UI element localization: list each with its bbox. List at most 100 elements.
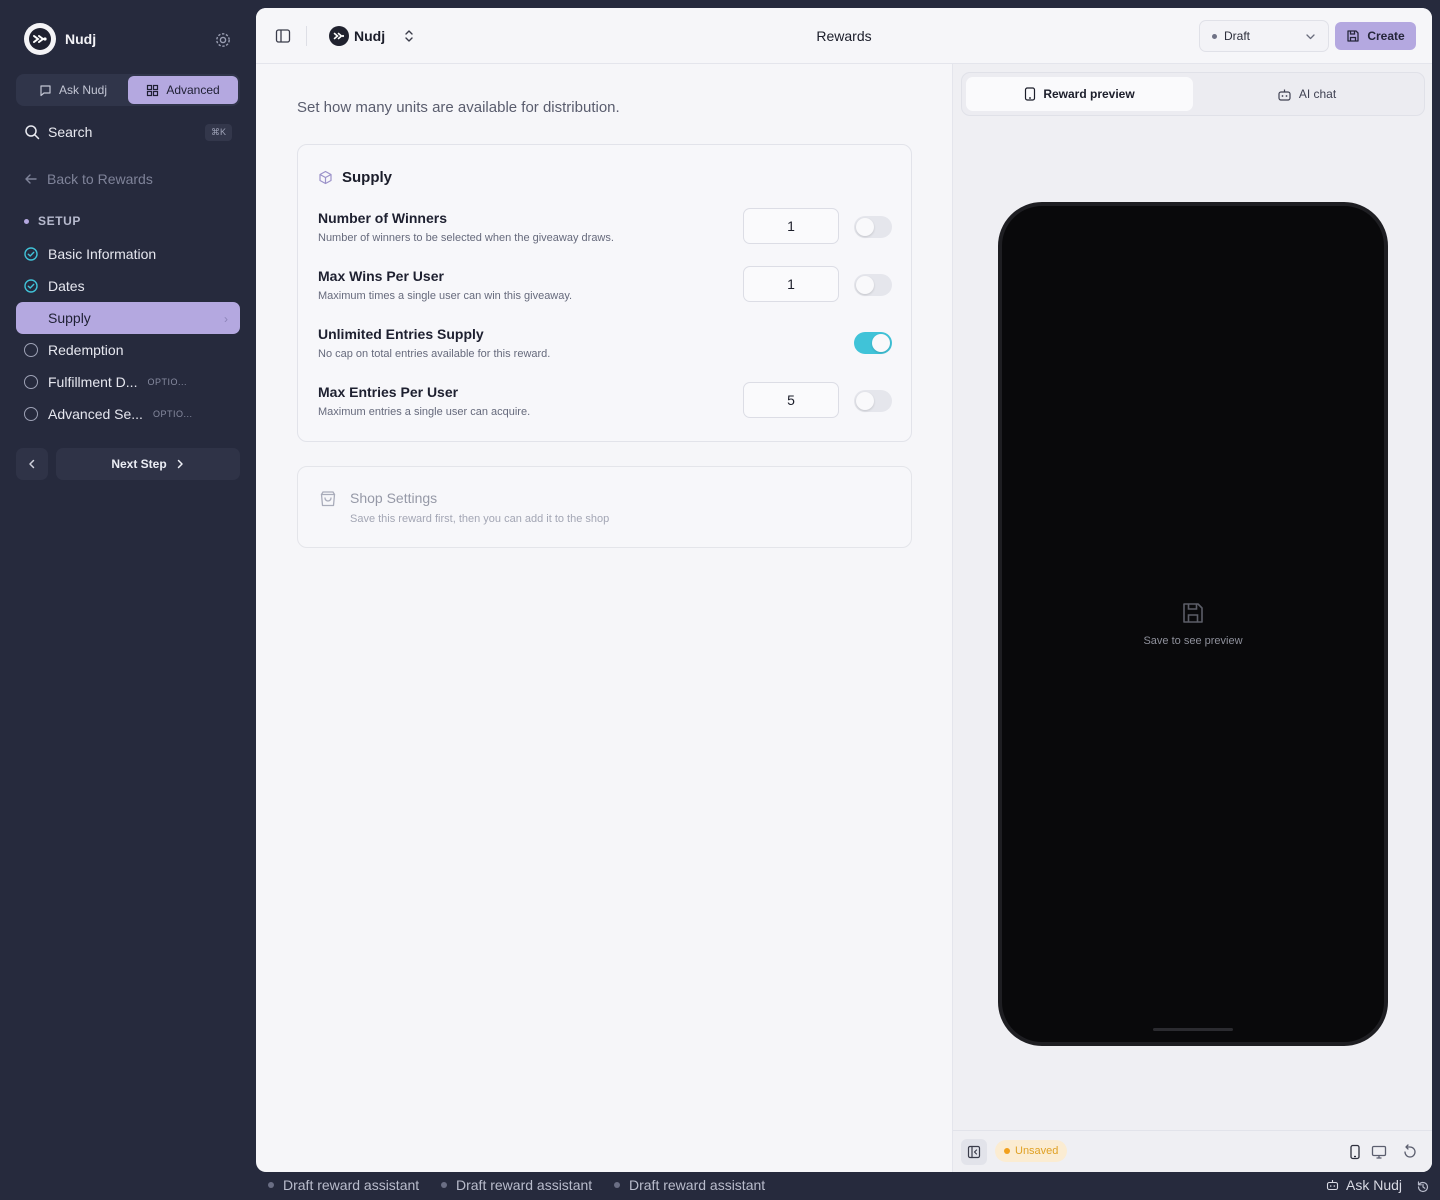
desktop-view-icon[interactable] <box>1371 1144 1387 1160</box>
bot-icon <box>1326 1180 1339 1191</box>
chevron-right-icon: › <box>224 312 228 326</box>
optional-tag: OPTIO... <box>152 409 193 419</box>
status-select[interactable]: Draft <box>1199 20 1329 52</box>
preview-tabs: Reward preview AI chat <box>961 72 1425 116</box>
step-dates[interactable]: Dates <box>16 270 240 302</box>
max-wins-toggle[interactable] <box>854 274 892 296</box>
search-button[interactable]: Search ⌘K <box>24 122 232 142</box>
chevron-right-icon <box>177 459 183 469</box>
max-wins-input[interactable]: 1 <box>743 266 839 302</box>
ask-nudj-button[interactable]: Ask Nudj <box>1326 1177 1402 1193</box>
step-label: Redemption <box>48 342 124 358</box>
preview-pane: Reward preview AI chat Save to see previ… <box>952 64 1432 1172</box>
tab-advanced[interactable]: Advanced <box>128 76 238 104</box>
tab-ai-chat[interactable]: AI chat <box>1193 77 1420 111</box>
winners-toggle[interactable] <box>854 216 892 238</box>
gear-icon[interactable] <box>214 31 232 49</box>
save-icon <box>1183 603 1203 623</box>
brand[interactable]: Nudj <box>24 23 96 55</box>
step-label: Dates <box>48 278 85 294</box>
unsaved-badge: Unsaved <box>995 1140 1068 1162</box>
step-label: Supply <box>48 310 91 326</box>
save-icon <box>1347 30 1359 42</box>
ask-nudj-label: Ask Nudj <box>1346 1177 1403 1193</box>
step-navigation: Next Step <box>16 448 240 480</box>
row-description: Number of winners to be selected when th… <box>318 232 614 244</box>
circle-icon <box>24 375 38 389</box>
max-entries-toggle[interactable] <box>854 390 892 412</box>
circle-icon <box>24 343 38 357</box>
mode-switch: Ask Nudj Advanced <box>16 74 240 106</box>
unsaved-label: Unsaved <box>1015 1145 1059 1157</box>
tab-label: AI chat <box>1298 87 1337 101</box>
section-label-text: SETUP <box>38 214 82 228</box>
check-circle-icon <box>24 247 38 261</box>
form-intro: Set how many units are available for dis… <box>297 99 620 116</box>
step-redemption[interactable]: Redemption <box>16 334 240 366</box>
session-dot <box>268 1182 274 1188</box>
sidebar: Nudj Ask Nudj Advanced Search ⌘K Back to… <box>0 0 256 1200</box>
search-label: Search <box>48 124 93 140</box>
history-icon[interactable] <box>1416 1180 1430 1194</box>
phone-frame: Save to see preview <box>998 202 1388 1046</box>
preview-footer: Unsaved <box>953 1130 1432 1172</box>
mobile-view-icon[interactable] <box>1347 1144 1363 1160</box>
unsaved-dot <box>1004 1148 1010 1154</box>
search-icon <box>25 125 40 140</box>
row-description: Maximum entries a single user can acquir… <box>318 406 531 418</box>
tab-ask-nudj[interactable]: Ask Nudj <box>18 76 128 104</box>
row-title: Number of Winners <box>318 210 447 226</box>
search-shortcut: ⌘K <box>204 123 232 141</box>
preview-placeholder-text: Save to see preview <box>1143 635 1243 647</box>
next-step-button[interactable]: Next Step <box>56 448 240 480</box>
circle-icon <box>24 407 38 421</box>
assistant-session[interactable]: Draft reward assistant <box>441 1177 592 1193</box>
main-panel: Nudj Rewards Draft Create Set how many u… <box>256 8 1432 1172</box>
status-value: Draft <box>1224 29 1251 43</box>
status-dot <box>1212 33 1217 39</box>
collapse-preview-button[interactable] <box>961 1139 987 1165</box>
shop-settings-description: Save this reward first, then you can add… <box>350 513 610 525</box>
step-supply[interactable]: Supply › <box>16 302 240 334</box>
create-button[interactable]: Create <box>1335 22 1416 50</box>
max-entries-row: Max Entries Per User Maximum entries a s… <box>318 382 892 424</box>
step-list: Basic Information Dates Supply › Redempt… <box>16 238 240 430</box>
tab-label: Reward preview <box>1043 87 1135 101</box>
chevron-down-icon <box>1306 33 1315 39</box>
step-fulfillment[interactable]: Fulfillment D... OPTIO... <box>16 366 240 398</box>
chevron-left-icon <box>29 459 35 469</box>
step-advanced-settings[interactable]: Advanced Se... OPTIO... <box>16 398 240 430</box>
step-label: Fulfillment D... <box>48 374 138 390</box>
session-dot <box>614 1182 620 1188</box>
back-to-rewards-link[interactable]: Back to Rewards <box>24 171 153 187</box>
arrow-left-icon <box>25 174 37 184</box>
tab-advanced-label: Advanced <box>166 83 220 97</box>
supply-card-header: Supply <box>318 169 392 186</box>
back-label: Back to Rewards <box>47 171 153 187</box>
assistant-session[interactable]: Draft reward assistant <box>268 1177 419 1193</box>
step-basic-information[interactable]: Basic Information <box>16 238 240 270</box>
tab-reward-preview[interactable]: Reward preview <box>966 77 1193 111</box>
supply-card-title: Supply <box>342 169 393 186</box>
shop-settings-title: Shop Settings <box>350 490 438 506</box>
home-indicator <box>1153 1028 1233 1031</box>
winners-row: Number of Winners Number of winners to b… <box>318 208 892 250</box>
panel-left-icon <box>967 1145 981 1159</box>
assistant-session[interactable]: Draft reward assistant <box>614 1177 765 1193</box>
unlimited-supply-row: Unlimited Entries Supply No cap on total… <box>318 326 892 366</box>
optional-tag: OPTIO... <box>147 377 187 387</box>
max-entries-input[interactable]: 5 <box>743 382 839 418</box>
top-bar: Nudj Rewards Draft Create <box>256 8 1432 64</box>
unlimited-supply-toggle[interactable] <box>854 332 892 354</box>
winners-input[interactable]: 1 <box>743 208 839 244</box>
supply-card: Supply Number of Winners Number of winne… <box>297 144 912 442</box>
section-dot <box>24 218 29 224</box>
preview-placeholder: Save to see preview <box>1002 600 1384 647</box>
nudj-logo-icon <box>24 23 56 55</box>
previous-step-button[interactable] <box>16 448 48 480</box>
refresh-icon[interactable] <box>1402 1144 1418 1160</box>
bot-icon <box>1278 89 1291 101</box>
session-dot <box>441 1182 447 1188</box>
create-label: Create <box>1367 29 1405 43</box>
session-label: Draft reward assistant <box>456 1177 593 1193</box>
